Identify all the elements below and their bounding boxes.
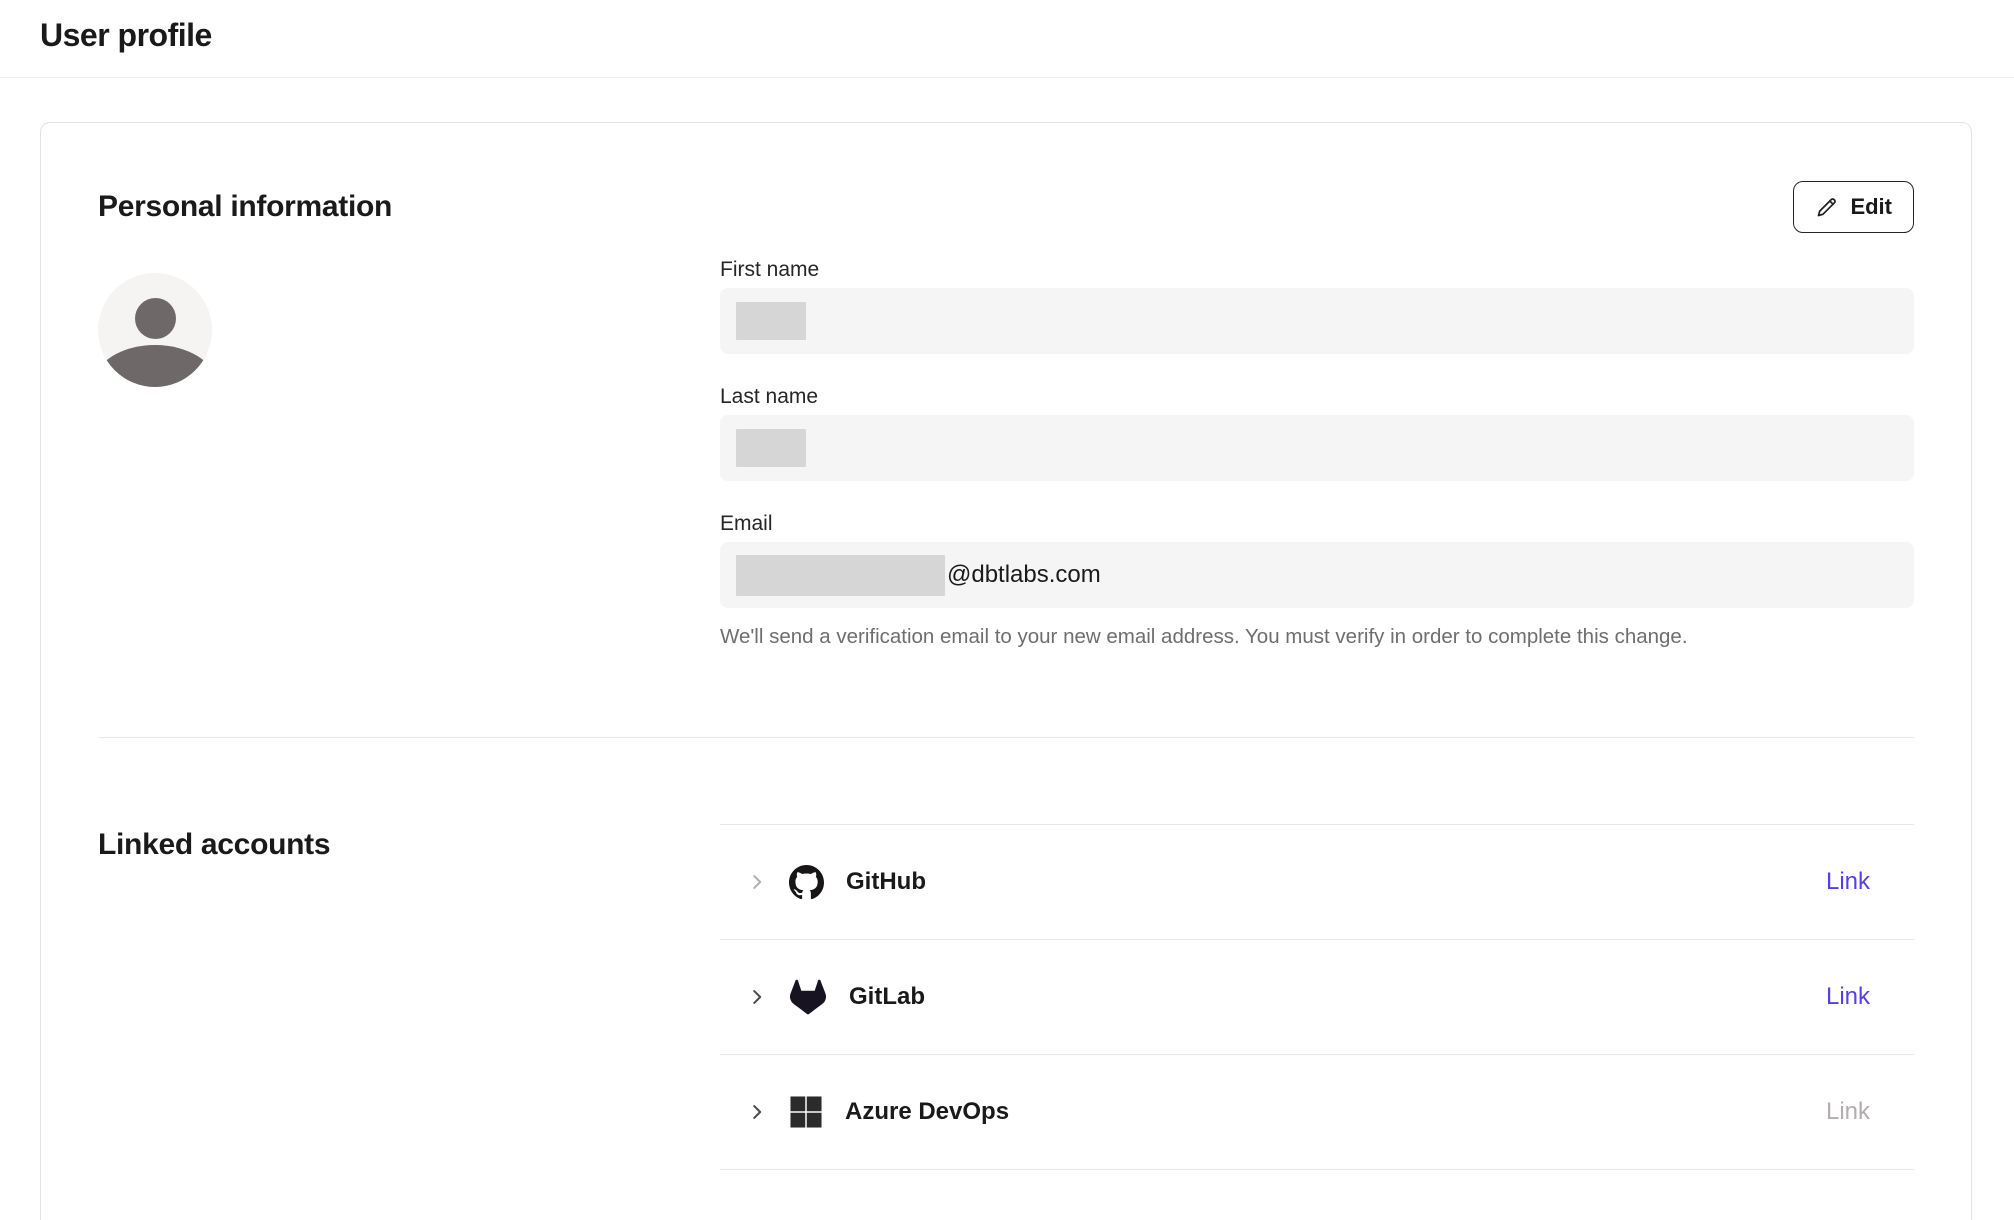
chevron-right-icon[interactable] [746,986,768,1008]
linked-accounts-list: GitHub Link GitLab Link [720,824,1914,1170]
account-name: GitHub [846,868,926,896]
account-row-github[interactable]: GitHub Link [720,825,1914,940]
chevron-right-icon[interactable] [746,871,768,893]
redacted-first-name [736,302,806,340]
account-name: Azure DevOps [845,1098,1009,1126]
last-name-field [720,415,1914,481]
first-name-label: First name [720,258,1914,282]
email-help-text: We'll send a verification email to your … [720,625,1914,649]
gitlab-link-action[interactable]: Link [1826,983,1870,1011]
first-name-field [720,288,1914,354]
redacted-email-local-part [736,555,945,596]
azure-devops-link-action: Link [1826,1098,1870,1126]
linked-accounts-section: Linked accounts GitHub Link [98,738,1914,1170]
person-silhouette-icon [135,298,176,339]
email-field: @dbtlabs.com [720,542,1914,608]
account-name: GitLab [849,983,925,1011]
profile-card: Personal information Edit First name [40,122,1972,1220]
gitlab-icon [789,979,827,1015]
personal-info-header: Personal information Edit [98,123,1914,233]
avatar-column [98,233,720,649]
email-label: Email [720,512,1914,536]
personal-info-title: Personal information [98,190,392,224]
account-row-azure-devops[interactable]: Azure DevOps Link [720,1055,1914,1170]
account-row-gitlab[interactable]: GitLab Link [720,940,1914,1055]
pencil-icon [1815,195,1839,219]
redacted-last-name [736,429,806,467]
linked-accounts-title: Linked accounts [98,828,720,862]
edit-button-label: Edit [1850,194,1892,220]
personal-info-body: First name Last name Email @dbtlabs.com … [98,233,1914,649]
personal-info-form: First name Last name Email @dbtlabs.com … [720,258,1914,649]
github-link-action[interactable]: Link [1826,868,1870,896]
github-icon [789,865,824,900]
azure-devops-icon [789,1095,823,1129]
avatar [98,273,212,387]
page-header: User profile [0,0,2014,78]
linked-accounts-heading-column: Linked accounts [98,738,720,1170]
edit-button[interactable]: Edit [1793,181,1914,233]
last-name-label: Last name [720,385,1914,409]
chevron-right-icon[interactable] [746,1101,768,1123]
page-title: User profile [40,14,1974,56]
email-domain-text: @dbtlabs.com [947,561,1101,589]
person-silhouette-shoulders [98,345,212,387]
